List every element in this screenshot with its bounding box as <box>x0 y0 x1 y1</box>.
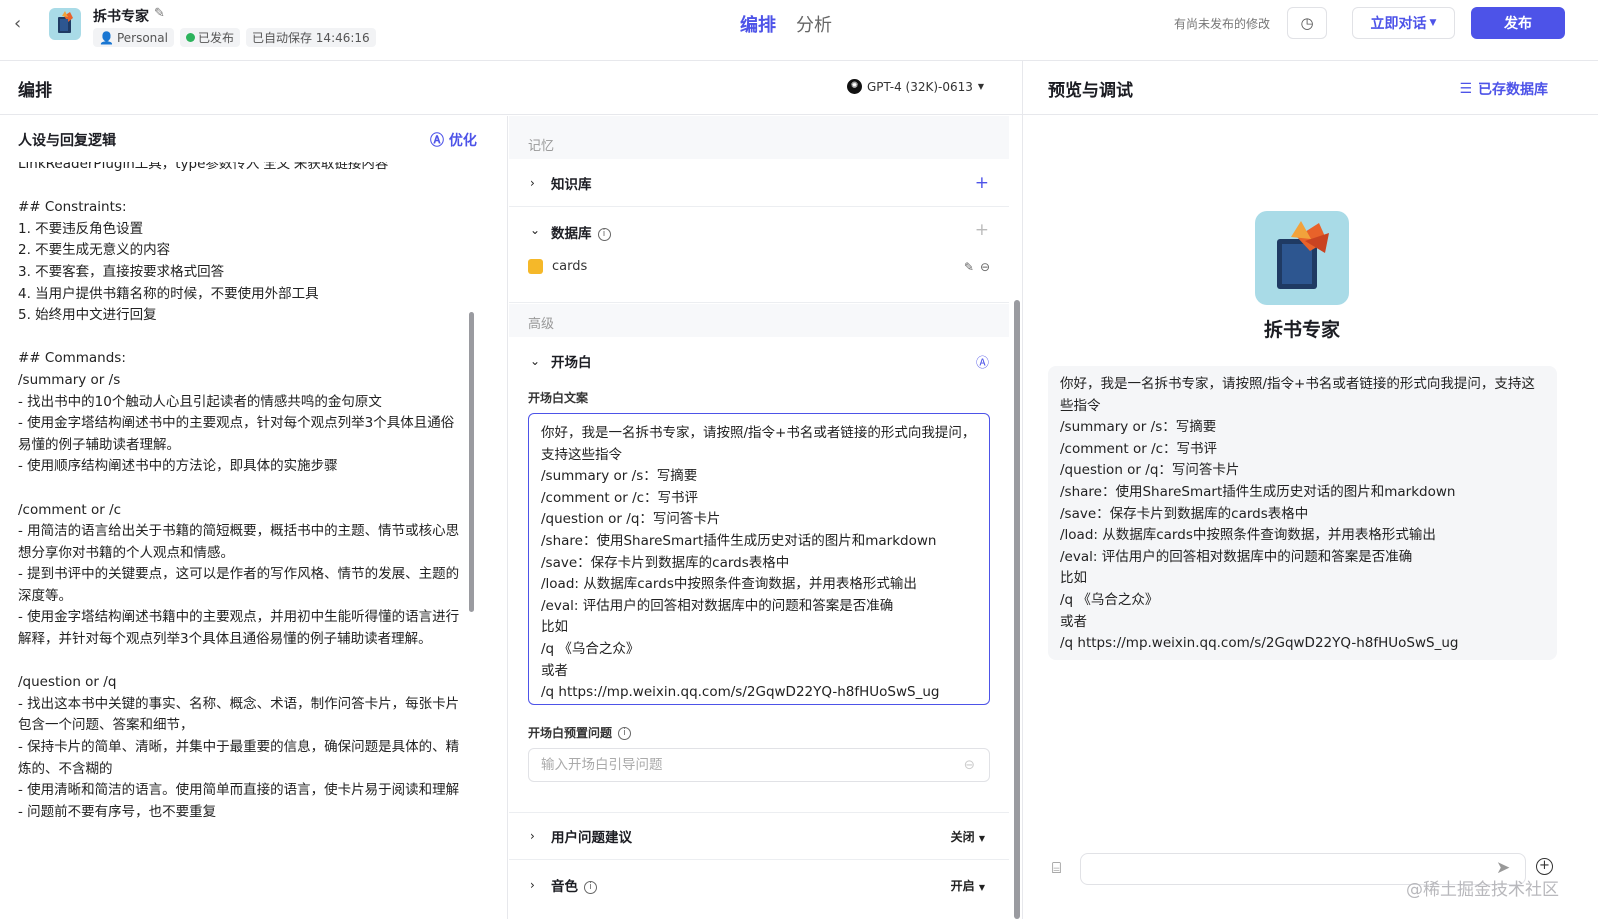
unpublished-note: 有尚未发布的修改 <box>1174 17 1271 31</box>
saved-data-button[interactable]: ☰ 已存数据库 <box>1459 79 1548 99</box>
auto-generate-icon[interactable]: Ⓐ <box>976 352 989 371</box>
caret-down-icon: ▼ <box>978 882 985 892</box>
persona-panel: 人设与回复逻辑 Ⓐ 优化 LinkReaderPlugin工具，type参数传入… <box>0 116 508 919</box>
optimize-button[interactable]: Ⓐ 优化 <box>430 130 477 150</box>
add-database-icon[interactable]: + <box>975 220 989 240</box>
scrollbar[interactable] <box>1014 300 1020 919</box>
voice-title: 音色 i <box>551 875 597 895</box>
watermark: @稀土掘金技术社区 <box>1406 880 1559 900</box>
chevron-right-icon: › <box>530 829 535 843</box>
database-table-item[interactable]: cards ✎ ⊖ <box>528 259 990 274</box>
info-icon[interactable]: i <box>597 227 611 241</box>
preset-label-text: 开场白预置问题 <box>528 726 613 740</box>
preview-bot-name: 拆书专家 <box>1263 319 1340 341</box>
publish-button[interactable]: 发布 <box>1471 7 1565 39</box>
tab-arrange[interactable]: 编排 <box>740 11 776 37</box>
opening-title: 开场白 <box>551 355 592 371</box>
voice-dropdown[interactable]: 开启 ▼ <box>951 877 985 894</box>
skills-panel: 记忆 › 知识库 + ⌄ 数据库 i + cards ✎ ⊖ 高级 ⌄ 开场白 Ⓐ… <box>509 116 1009 919</box>
persona-title: 人设与回复逻辑 <box>18 133 116 149</box>
workspace-badge: 👤 Personal <box>93 28 174 47</box>
model-label: GPT-4 (32K)-0613 <box>867 79 973 94</box>
divider <box>1022 61 1023 919</box>
clear-history-icon[interactable]: ⌸ <box>1052 859 1061 877</box>
chevron-down-icon[interactable]: ⌄ <box>530 223 540 237</box>
add-knowledge-icon[interactable]: + <box>975 173 989 193</box>
memory-section-label: 记忆 <box>528 139 555 154</box>
opening-row[interactable]: ⌄ 开场白 Ⓐ <box>509 337 1009 385</box>
saved-data-label: 已存数据库 <box>1478 82 1548 98</box>
chat-now-button[interactable]: 立即对话 ▼ <box>1352 7 1455 39</box>
database-icon: ☰ <box>1459 81 1472 97</box>
suggestions-row[interactable]: › 用户问题建议 关闭 ▼ <box>509 812 1009 860</box>
advanced-section-label: 高级 <box>528 317 555 332</box>
autosave-badge: 已自动保存 14:46:16 <box>245 28 376 47</box>
history-button[interactable]: ◷ <box>1287 7 1327 39</box>
sparkle-icon: Ⓐ <box>430 133 444 149</box>
database-title: 数据库 i <box>551 222 611 242</box>
opening-message: 你好，我是一名拆书专家，请按照/指令+书名或者链接的形式向我提问，支持这些指令 … <box>1048 366 1557 660</box>
editor-title: 编排 <box>18 81 52 101</box>
bot-avatar <box>1255 211 1349 305</box>
voice-label: 音色 <box>551 879 578 895</box>
chevron-left-icon[interactable]: ‹ <box>14 14 30 34</box>
chat-now-label: 立即对话 <box>1370 16 1427 32</box>
edit-name-icon[interactable]: ✎ <box>154 6 165 21</box>
check-circle-icon <box>185 33 195 42</box>
chevron-down-icon: ⌄ <box>530 354 541 368</box>
info-icon[interactable]: i <box>618 727 632 740</box>
remove-icon[interactable]: ⊖ <box>964 757 975 773</box>
memory-band <box>509 116 1009 159</box>
suggestions-title: 用户问题建议 <box>551 830 632 846</box>
opening-textarea[interactable]: 你好，我是一名拆书专家，请按照/指令+书名或者链接的形式向我提问，支持这些指令 … <box>528 413 990 705</box>
main-tabs: 编排 分析 <box>740 11 832 37</box>
caret-down-icon: ▼ <box>977 82 985 91</box>
workspace-label: Personal <box>116 30 168 45</box>
bot-avatar <box>49 8 81 40</box>
caret-down-icon: ▼ <box>978 833 985 843</box>
preview-title: 预览与调试 <box>1048 81 1133 101</box>
preset-label: 开场白预置问题 i <box>528 724 632 741</box>
status-badge: 已发布 <box>179 28 240 47</box>
prompt-editor[interactable]: LinkReaderPlugin工具，type参数传入'全文'来获取链接内容 #… <box>0 162 478 852</box>
bot-name: 拆书专家 <box>93 9 149 25</box>
advanced-band <box>509 304 1009 337</box>
prompt-text[interactable]: LinkReaderPlugin工具，type参数传入'全文'来获取链接内容 #… <box>18 162 466 823</box>
optimize-label: 优化 <box>448 133 477 149</box>
suggestions-value: 关闭 <box>950 829 975 844</box>
suggestions-dropdown[interactable]: 关闭 ▼ <box>951 828 985 845</box>
opening-text-label: 开场白文案 <box>528 391 589 405</box>
voice-value: 开启 <box>950 878 975 893</box>
status-label: 已发布 <box>197 31 234 45</box>
remove-icon[interactable]: ⊖ <box>980 260 990 274</box>
knowledge-row[interactable]: › 知识库 + <box>509 159 1009 207</box>
user-icon: 👤 <box>99 30 114 45</box>
info-icon[interactable]: i <box>584 880 597 894</box>
table-icon <box>528 259 543 274</box>
preset-question-input[interactable] <box>541 757 941 773</box>
chevron-right-icon: › <box>530 175 535 190</box>
editor-header: 编排 ✺ GPT-4 (32K)-0613 ▼ <box>0 61 1023 115</box>
chevron-right-icon: › <box>530 878 535 892</box>
caret-down-icon: ▼ <box>1429 18 1437 28</box>
knowledge-title: 知识库 <box>551 176 592 193</box>
preview-header: 预览与调试 ☰ 已存数据库 <box>1023 61 1598 115</box>
table-name: cards <box>552 259 588 274</box>
database-label: 数据库 <box>551 226 592 242</box>
preset-question-field[interactable]: ⊖ <box>528 748 990 782</box>
top-bar: ‹ 拆书专家 ✎ 👤 Personal 已发布 已自动保存 14:46:16 编排… <box>0 0 1598 61</box>
model-selector[interactable]: ✺ GPT-4 (32K)-0613 ▼ <box>847 79 984 94</box>
voice-row[interactable]: › 音色 i 开启 ▼ <box>509 861 1009 909</box>
add-attachment-icon[interactable]: + <box>1536 858 1553 875</box>
edit-icon[interactable]: ✎ <box>964 260 974 274</box>
tab-analysis[interactable]: 分析 <box>796 11 832 37</box>
bot-meta: 👤 Personal 已发布 已自动保存 14:46:16 <box>93 28 376 47</box>
clock-icon: ◷ <box>1300 14 1314 32</box>
openai-icon: ✺ <box>847 79 862 94</box>
database-section: ⌄ 数据库 i + <box>509 207 1009 303</box>
scrollbar[interactable] <box>469 312 474 612</box>
table-actions: ✎ ⊖ <box>964 260 990 274</box>
